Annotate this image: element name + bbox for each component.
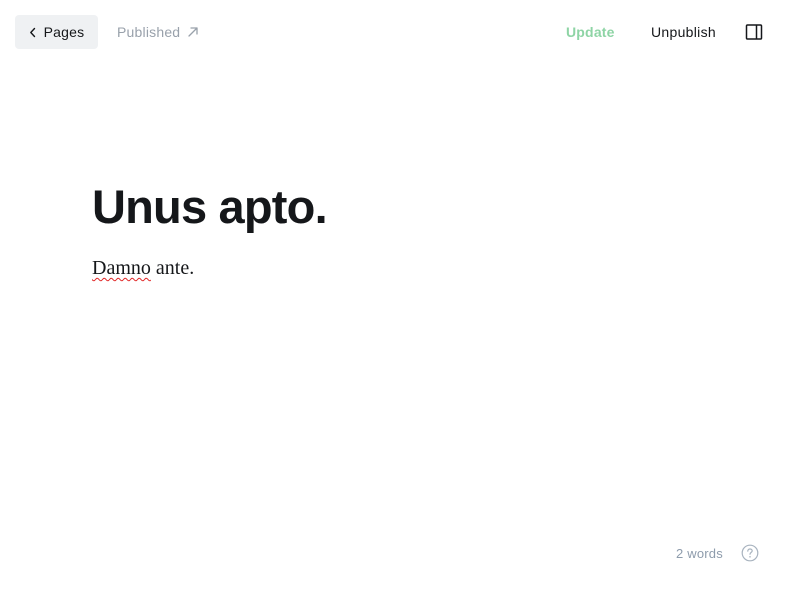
unpublish-button[interactable]: Unpublish [651, 15, 716, 49]
question-circle-icon[interactable] [741, 544, 759, 562]
post-editor[interactable]: Unus apto. Damno ante. [92, 176, 712, 284]
back-button-label: Pages [43, 24, 85, 40]
misspelled-word[interactable]: Damno [92, 257, 151, 279]
editor-header: Pages Published Update Unpublish [0, 0, 800, 64]
chevron-left-icon [29, 27, 37, 38]
word-count: 2 words [676, 545, 723, 561]
post-body[interactable]: Damno ante. [92, 252, 712, 284]
external-link-arrow-icon [187, 26, 199, 38]
published-status-link[interactable]: Published [117, 15, 199, 49]
back-to-pages-button[interactable]: Pages [15, 15, 98, 49]
post-title[interactable]: Unus apto. [92, 176, 712, 238]
sidebar-panel-icon[interactable] [745, 23, 763, 41]
update-button[interactable]: Update [566, 15, 615, 49]
status-label: Published [117, 24, 181, 40]
body-text: ante. [150, 257, 195, 279]
